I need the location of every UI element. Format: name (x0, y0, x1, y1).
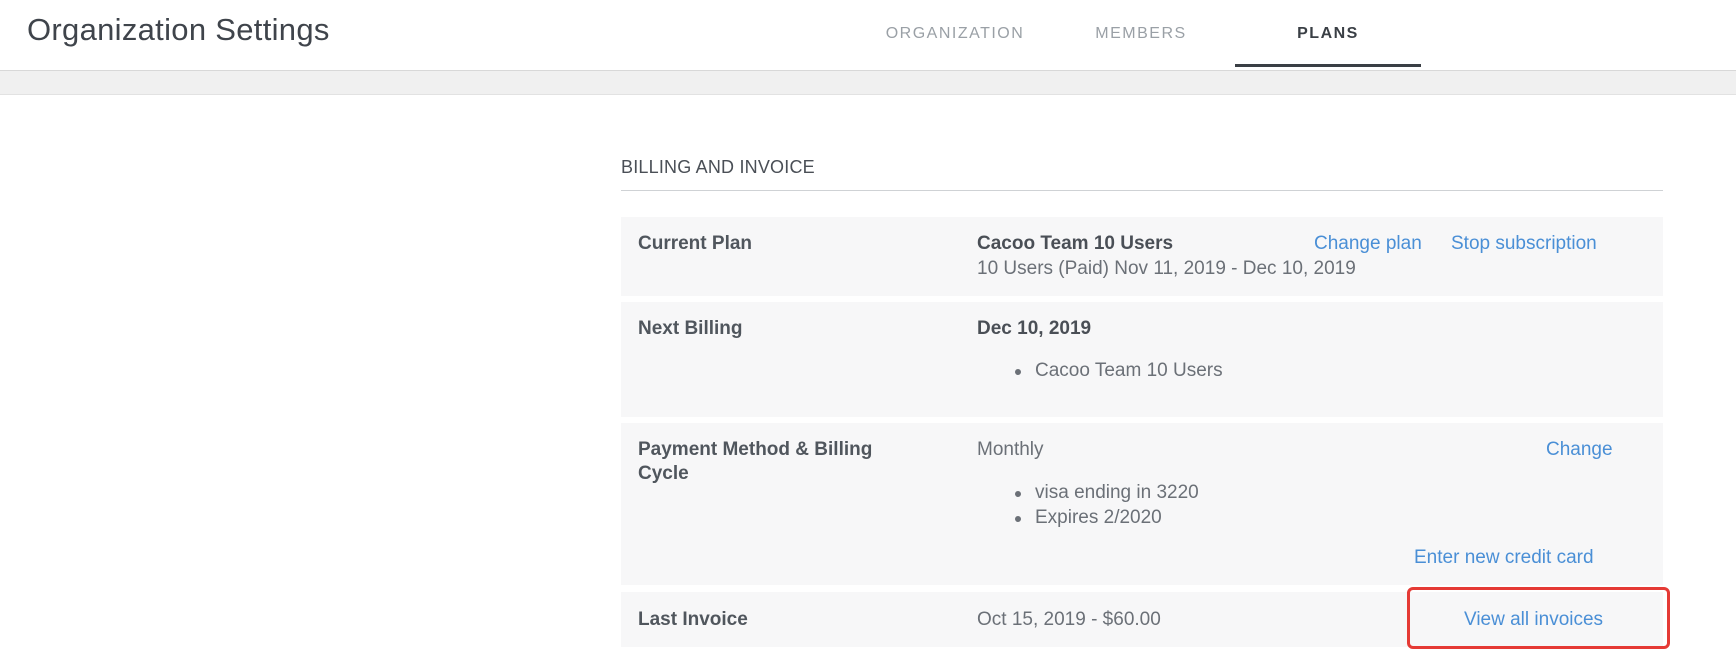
list-item: visa ending in 3220 (1011, 480, 1199, 505)
change-plan-link[interactable]: Change plan (1314, 231, 1422, 256)
row-current-plan: Current Plan Cacoo Team 10 Users 10 User… (621, 217, 1663, 296)
next-billing-items: Cacoo Team 10 Users (1011, 358, 1223, 383)
enter-new-credit-card-link[interactable]: Enter new credit card (1414, 545, 1594, 570)
tab-members[interactable]: MEMBERS (1065, 0, 1217, 69)
row-payment-method: Payment Method & Billing Cycle Monthly C… (621, 423, 1663, 585)
payment-items: visa ending in 3220 Expires 2/2020 (1011, 480, 1199, 530)
current-plan-name: Cacoo Team 10 Users (977, 233, 1174, 254)
top-bar: Organization Settings ORGANIZATION MEMBE… (0, 0, 1736, 71)
payment-label-line2: Cycle (638, 463, 689, 484)
next-billing-date: Dec 10, 2019 (977, 318, 1092, 339)
billing-cycle: Monthly (977, 439, 1044, 460)
section-divider (621, 190, 1663, 191)
list-item: Expires 2/2020 (1011, 505, 1199, 530)
section-title: BILLING AND INVOICE (621, 157, 815, 177)
current-plan-label: Current Plan (638, 233, 753, 254)
last-invoice-label: Last Invoice (638, 609, 748, 630)
highlight-box (1407, 587, 1670, 649)
change-payment-link[interactable]: Change (1546, 437, 1613, 462)
row-next-billing: Next Billing Dec 10, 2019 Cacoo Team 10 … (621, 302, 1663, 417)
payment-label-line1: Payment Method & Billing (638, 439, 873, 460)
last-invoice-value: Oct 15, 2019 - $60.00 (977, 609, 1161, 630)
next-billing-label: Next Billing (638, 318, 743, 339)
header-divider-band (0, 71, 1736, 95)
stop-subscription-link[interactable]: Stop subscription (1451, 231, 1597, 256)
list-item: Cacoo Team 10 Users (1011, 358, 1223, 383)
tab-plans[interactable]: PLANS (1235, 0, 1421, 69)
page-title: Organization Settings (27, 12, 330, 47)
tab-organization[interactable]: ORGANIZATION (860, 0, 1050, 69)
current-plan-details: 10 Users (Paid) Nov 11, 2019 - Dec 10, 2… (977, 258, 1356, 279)
